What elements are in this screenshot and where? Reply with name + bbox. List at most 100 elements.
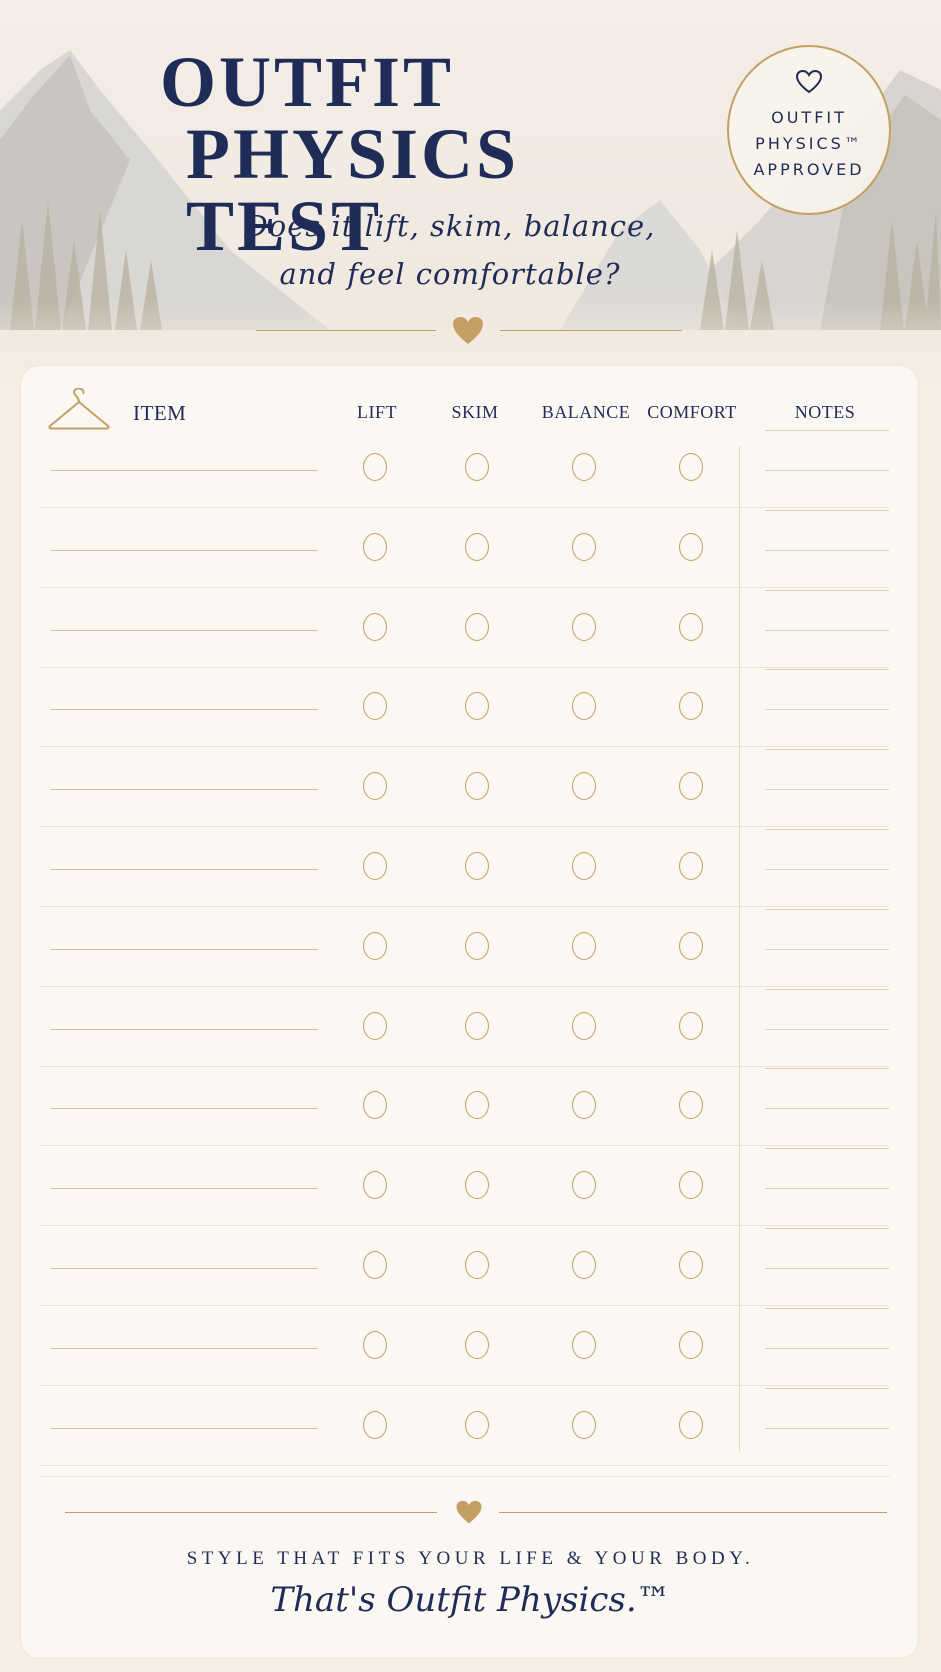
row-divider <box>40 1464 740 1466</box>
comfort-rating-circle[interactable] <box>679 1410 703 1439</box>
skim-rating-circle[interactable] <box>465 532 489 561</box>
notes-write-in-line[interactable] <box>765 988 889 990</box>
lift-rating-circle[interactable] <box>363 532 387 561</box>
notes-write-in-line[interactable] <box>765 629 889 631</box>
balance-rating-circle[interactable] <box>572 852 596 880</box>
item-write-in-line[interactable] <box>51 1427 318 1429</box>
hanger-icon <box>48 388 110 430</box>
comfort-rating-circle[interactable] <box>679 852 703 880</box>
lift-rating-circle[interactable] <box>363 1171 387 1200</box>
notes-write-in-line[interactable] <box>765 1028 889 1030</box>
skim-rating-circle[interactable] <box>465 1330 489 1359</box>
skim-rating-circle[interactable] <box>465 772 489 801</box>
notes-write-in-line[interactable] <box>765 829 889 830</box>
row-divider <box>40 586 740 588</box>
balance-rating-circle[interactable] <box>572 772 596 801</box>
notes-write-in-line[interactable] <box>765 1228 889 1229</box>
comfort-rating-circle[interactable] <box>679 1171 703 1200</box>
skim-rating-circle[interactable] <box>465 931 489 960</box>
skim-rating-circle[interactable] <box>465 1410 489 1439</box>
notes-write-in-line[interactable] <box>765 1068 889 1070</box>
balance-rating-circle[interactable] <box>572 1410 596 1439</box>
notes-row-divider <box>740 1145 888 1147</box>
balance-rating-circle[interactable] <box>572 453 596 481</box>
notes-row-divider <box>740 1384 888 1386</box>
notes-write-in-line[interactable] <box>765 1347 889 1349</box>
comfort-rating-circle[interactable] <box>679 1011 703 1040</box>
notes-write-in-line[interactable] <box>765 869 889 870</box>
lift-rating-circle[interactable] <box>363 453 387 481</box>
lift-rating-circle[interactable] <box>363 1011 387 1040</box>
skim-rating-circle[interactable] <box>465 1251 489 1279</box>
item-write-in-line[interactable] <box>51 549 318 551</box>
comfort-rating-circle[interactable] <box>679 1251 703 1279</box>
item-write-in-line[interactable] <box>51 709 318 711</box>
notes-write-in-line[interactable] <box>765 1148 889 1150</box>
balance-rating-circle[interactable] <box>572 612 596 641</box>
row-divider <box>40 507 740 508</box>
comfort-rating-circle[interactable] <box>679 532 703 561</box>
item-write-in-line[interactable] <box>51 1108 318 1110</box>
comfort-rating-circle[interactable] <box>679 772 703 801</box>
heart-icon <box>453 317 483 344</box>
balance-rating-circle[interactable] <box>572 1330 596 1359</box>
item-write-in-line[interactable] <box>51 948 318 950</box>
comfort-rating-circle[interactable] <box>679 453 703 481</box>
row-divider <box>40 985 740 987</box>
skim-rating-circle[interactable] <box>465 612 489 641</box>
balance-rating-circle[interactable] <box>572 1171 596 1200</box>
skim-rating-circle[interactable] <box>465 453 489 481</box>
notes-write-in-line[interactable] <box>765 948 889 950</box>
badge-line-1: OUTFIT <box>771 108 847 127</box>
lift-column-header: LIFT <box>357 402 397 422</box>
notes-row-divider <box>740 906 888 907</box>
lift-rating-circle[interactable] <box>363 852 387 880</box>
lift-rating-circle[interactable] <box>363 931 387 960</box>
approved-badge: OUTFIT PHYSICS™ APPROVED <box>727 45 891 215</box>
notes-write-in-line[interactable] <box>765 669 889 671</box>
table-bottom-rule <box>40 1476 890 1477</box>
notes-write-in-line[interactable] <box>765 1108 889 1110</box>
comfort-rating-circle[interactable] <box>679 1330 703 1359</box>
lift-rating-circle[interactable] <box>363 1251 387 1279</box>
notes-write-in-line[interactable] <box>765 509 889 511</box>
notes-write-in-line[interactable] <box>765 1307 889 1309</box>
lift-rating-circle[interactable] <box>363 1330 387 1359</box>
balance-rating-circle[interactable] <box>572 1011 596 1040</box>
lift-rating-circle[interactable] <box>363 612 387 641</box>
notes-write-in-line[interactable] <box>765 709 889 711</box>
notes-write-in-line[interactable] <box>765 430 889 431</box>
item-write-in-line[interactable] <box>51 1347 318 1349</box>
notes-write-in-line[interactable] <box>765 470 889 471</box>
skim-rating-circle[interactable] <box>465 852 489 880</box>
row-divider <box>40 666 740 668</box>
comfort-rating-circle[interactable] <box>679 931 703 960</box>
notes-write-in-line[interactable] <box>765 1427 889 1429</box>
balance-rating-circle[interactable] <box>572 931 596 960</box>
notes-write-in-line[interactable] <box>765 1387 889 1389</box>
lift-rating-circle[interactable] <box>363 1410 387 1439</box>
skim-rating-circle[interactable] <box>465 1011 489 1040</box>
item-write-in-line[interactable] <box>51 629 318 631</box>
notes-write-in-line[interactable] <box>765 789 889 791</box>
item-write-in-line[interactable] <box>51 1268 318 1269</box>
notes-row-divider <box>740 666 888 668</box>
balance-rating-circle[interactable] <box>572 1251 596 1279</box>
lift-rating-circle[interactable] <box>363 772 387 801</box>
notes-write-in-line[interactable] <box>765 589 889 591</box>
notes-write-in-line[interactable] <box>765 749 889 751</box>
comfort-rating-circle[interactable] <box>679 612 703 641</box>
notes-row-divider <box>740 507 888 508</box>
item-write-in-line[interactable] <box>51 1028 318 1030</box>
item-write-in-line[interactable] <box>51 789 318 791</box>
notes-write-in-line[interactable] <box>765 549 889 551</box>
item-write-in-line[interactable] <box>51 470 318 471</box>
balance-rating-circle[interactable] <box>572 532 596 561</box>
notes-write-in-line[interactable] <box>765 908 889 910</box>
item-write-in-line[interactable] <box>51 1188 318 1190</box>
notes-write-in-line[interactable] <box>765 1188 889 1190</box>
skim-rating-circle[interactable] <box>465 1171 489 1200</box>
item-write-in-line[interactable] <box>51 869 318 870</box>
notes-write-in-line[interactable] <box>765 1268 889 1269</box>
balance-column-header: BALANCE <box>541 402 631 422</box>
